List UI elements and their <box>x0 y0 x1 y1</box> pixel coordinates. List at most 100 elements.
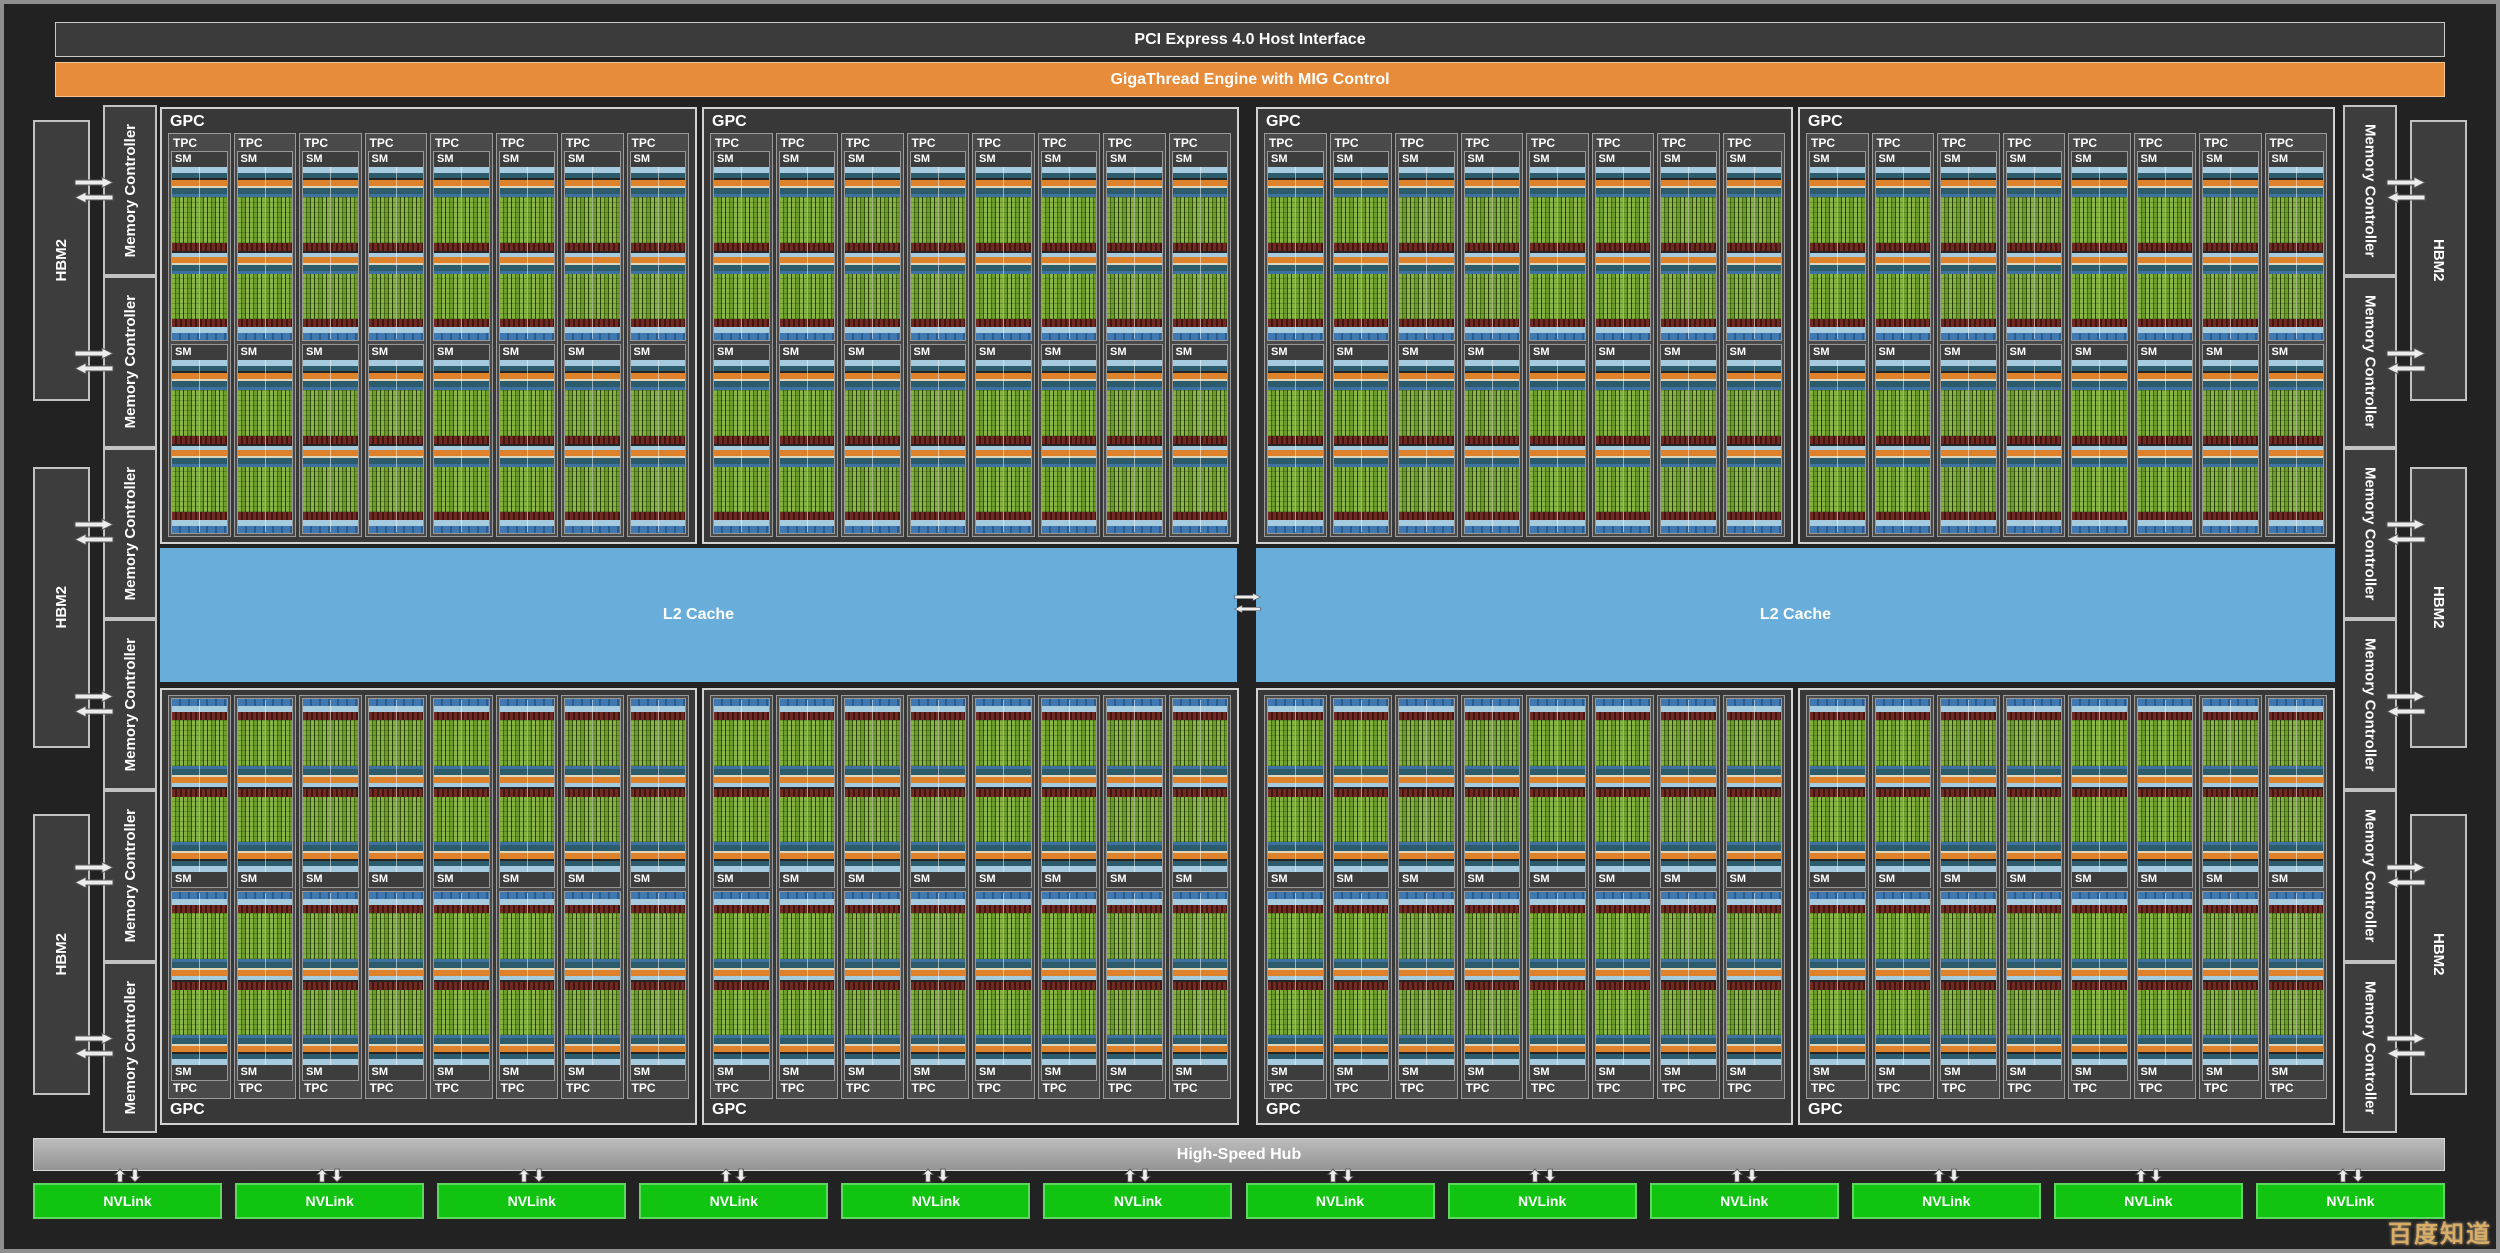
sm-strip-maroon <box>1465 436 1520 444</box>
sm-stack: SMSM <box>564 151 621 534</box>
sm-core-area <box>1661 274 1716 320</box>
tpc-block: TPCSMSM <box>1264 695 1327 1099</box>
sm-strip-maroon <box>1810 905 1865 913</box>
hbm2-label: HBM2 <box>2430 933 2447 976</box>
sm-strip-maroon <box>2203 436 2258 444</box>
sm-block: SM <box>1660 891 1717 1081</box>
sm-core-area <box>1596 197 1651 243</box>
sm-core-area <box>780 913 835 959</box>
sm-strip-tex <box>238 333 293 340</box>
tpc-label: TPC <box>1041 1081 1098 1096</box>
sm-body <box>1876 360 1931 533</box>
sm-core-area <box>565 913 620 959</box>
sm-label: SM <box>369 1065 424 1080</box>
tpc-label: TPC <box>2202 1081 2259 1096</box>
sm-core-area <box>1173 390 1228 436</box>
sm-core-area <box>714 913 769 959</box>
hbm2-label: HBM2 <box>53 239 70 282</box>
hbm-mc-bidirectional-arrow-icon <box>72 690 116 718</box>
sm-strip-maroon <box>1107 512 1162 520</box>
sm-core-area <box>303 990 358 1036</box>
sm-stack: SMSM <box>237 698 294 1081</box>
hbm-mc-bidirectional-arrow-icon <box>72 176 116 204</box>
sm-stack: SMSM <box>499 151 556 534</box>
sm-strip-maroon <box>1810 243 1865 251</box>
sm-body <box>369 699 424 872</box>
sm-body <box>1173 892 1228 1065</box>
sm-core-area <box>2138 990 2193 1036</box>
tpc-block: TPCSMSM <box>1806 695 1869 1099</box>
sm-strip-maroon <box>1334 436 1389 444</box>
sm-core-area <box>1661 913 1716 959</box>
sm-block: SM <box>1809 891 1866 1081</box>
sm-strip-maroon <box>238 243 293 251</box>
tpc-block: TPCSMSM <box>2068 133 2131 537</box>
sm-core-area <box>500 990 555 1036</box>
sm-strip-maroon <box>565 436 620 444</box>
tpc-block: TPCSMSM <box>841 695 904 1099</box>
sm-label: SM <box>1941 1065 1996 1080</box>
sm-core-area <box>714 390 769 436</box>
tpc-label: TPC <box>1940 136 1997 151</box>
sm-block: SM <box>1529 891 1586 1081</box>
tpc-block: TPCSMSM <box>299 133 362 537</box>
sm-strip-maroon <box>714 319 769 327</box>
hub-nvlink-arrow-icon <box>1728 1167 1760 1183</box>
sm-body <box>1530 699 1585 872</box>
sm-strip-maroon <box>1042 789 1097 797</box>
sm-label: SM <box>1334 152 1389 167</box>
tpc-block: TPCSMSM <box>496 133 559 537</box>
tpc-block: TPCSMSM <box>1330 695 1393 1099</box>
tpc-label: TPC <box>1172 1081 1229 1096</box>
sm-stack: SMSM <box>1464 698 1521 1081</box>
sm-stack: SMSM <box>1875 151 1932 534</box>
sm-strip-tex <box>2007 333 2062 340</box>
tpc-label: TPC <box>2268 1081 2325 1096</box>
sm-block: SM <box>1660 698 1717 888</box>
sm-core-area <box>238 913 293 959</box>
sm-core-area <box>1596 274 1651 320</box>
sm-strip-tex <box>845 892 900 899</box>
sm-stack: SMSM <box>2006 698 2063 1081</box>
sm-strip-tex <box>2007 526 2062 533</box>
sm-strip-tex <box>1107 526 1162 533</box>
sm-core-area <box>2269 467 2324 513</box>
sm-strip-maroon <box>2072 319 2127 327</box>
sm-core-area <box>1876 720 1931 766</box>
tpc-row: TPCSMSMTPCSMSMTPCSMSMTPCSMSMTPCSMSMTPCSM… <box>168 133 689 537</box>
tpc-block: TPCSMSM <box>1395 695 1458 1099</box>
sm-strip-maroon <box>1530 905 1585 913</box>
sm-strip-tex <box>1810 526 1865 533</box>
sm-core-area <box>1107 390 1162 436</box>
sm-label: SM <box>2072 872 2127 887</box>
sm-block: SM <box>564 344 621 534</box>
sm-label: SM <box>2203 345 2258 360</box>
sm-strip-tex <box>1268 699 1323 706</box>
sm-core-area <box>2269 720 2324 766</box>
sm-core-area <box>1941 990 1996 1036</box>
sm-strip-tex <box>911 333 966 340</box>
sm-strip-tex <box>714 333 769 340</box>
sm-label: SM <box>2269 872 2324 887</box>
sm-stack: SMSM <box>975 698 1032 1081</box>
sm-body <box>238 699 293 872</box>
sm-strip-tex <box>2138 892 2193 899</box>
sm-strip-maroon <box>631 789 686 797</box>
sm-strip-maroon <box>2203 712 2258 720</box>
sm-core-area <box>172 990 227 1036</box>
tpc-label: TPC <box>1875 1081 1932 1096</box>
sm-strip-tex <box>434 526 489 533</box>
sm-core-area <box>172 197 227 243</box>
sm-block: SM <box>1809 151 1866 341</box>
tpc-label: TPC <box>910 1081 967 1096</box>
sm-strip-tex <box>434 892 489 899</box>
sm-label: SM <box>238 872 293 887</box>
sm-core-area <box>1173 990 1228 1036</box>
sm-block: SM <box>1106 151 1163 341</box>
sm-body <box>1941 360 1996 533</box>
tpc-block: TPCSMSM <box>430 133 493 537</box>
sm-strip-maroon <box>1268 789 1323 797</box>
sm-strip-maroon <box>1107 982 1162 990</box>
sm-strip-maroon <box>1042 712 1097 720</box>
l2-cache-right-block: L2 Cache <box>1256 548 2335 682</box>
